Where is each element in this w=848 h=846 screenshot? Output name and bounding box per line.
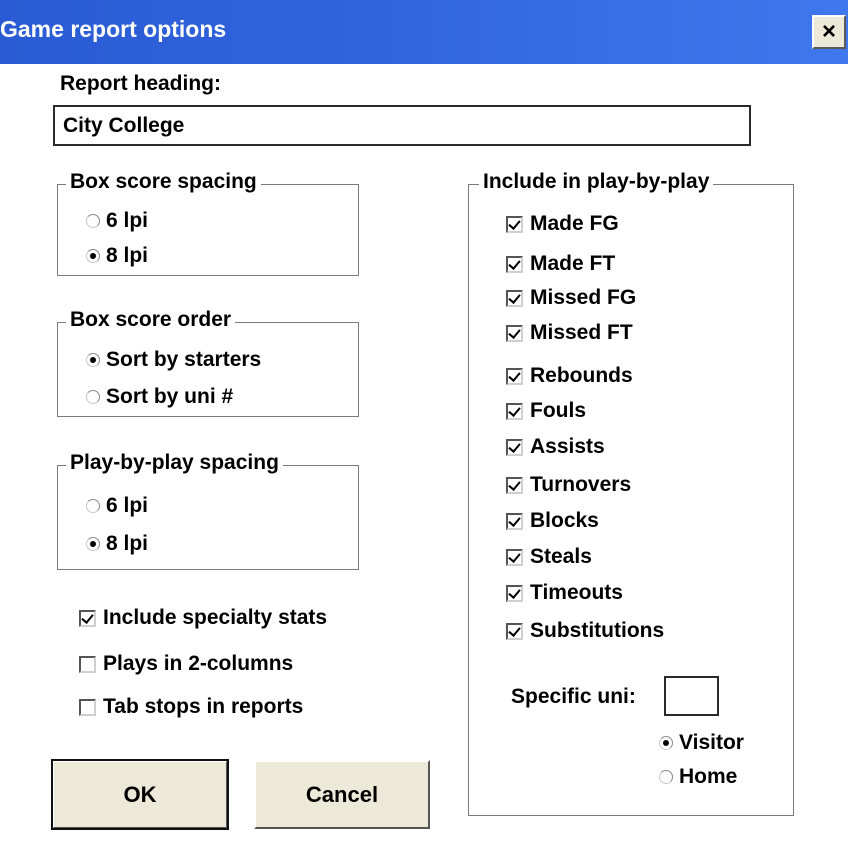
timeouts-checkbox[interactable]: Timeouts bbox=[506, 581, 623, 605]
checkbox-label: Missed FT bbox=[530, 321, 633, 344]
checkbox-indicator bbox=[79, 609, 96, 627]
tab-stops-checkbox[interactable]: Tab stops in reports bbox=[79, 695, 303, 719]
checkbox-label: Turnovers bbox=[530, 473, 632, 496]
include-specialty-stats-checkbox[interactable]: Include specialty stats bbox=[79, 606, 327, 630]
radio-label: Sort by starters bbox=[106, 348, 262, 371]
pbp-spacing-legend: Play-by-play spacing bbox=[66, 451, 283, 475]
pbp-spacing-group: Play-by-play spacing 6 lpi 8 lpi bbox=[57, 451, 359, 570]
checkbox-label: Timeouts bbox=[530, 581, 623, 604]
pbp-spacing-8lpi-radio[interactable]: 8 lpi bbox=[86, 532, 148, 556]
close-button[interactable]: × bbox=[812, 15, 846, 49]
checkbox-indicator bbox=[506, 512, 523, 530]
radio-label: 8 lpi bbox=[106, 244, 149, 267]
radio-label: 6 lpi bbox=[106, 209, 149, 232]
box-score-spacing-group: Box score spacing 6 lpi 8 lpi bbox=[57, 170, 359, 276]
radio-indicator bbox=[86, 390, 100, 404]
rebounds-checkbox[interactable]: Rebounds bbox=[506, 364, 633, 388]
radio-indicator bbox=[86, 214, 100, 228]
substitutions-checkbox[interactable]: Substitutions bbox=[506, 619, 664, 643]
radio-label: 6 lpi bbox=[106, 494, 149, 517]
checkbox-indicator bbox=[79, 698, 96, 716]
missed-fg-checkbox[interactable]: Missed FG bbox=[506, 286, 636, 310]
turnovers-checkbox[interactable]: Turnovers bbox=[506, 473, 631, 497]
checkbox-label: Rebounds bbox=[530, 364, 633, 387]
specific-uni-label: Specific uni: bbox=[511, 685, 636, 708]
checkbox-indicator bbox=[506, 476, 523, 494]
box-spacing-6lpi-radio[interactable]: 6 lpi bbox=[86, 209, 148, 233]
steals-checkbox[interactable]: Steals bbox=[506, 545, 592, 569]
plays-2-columns-checkbox[interactable]: Plays in 2-columns bbox=[79, 652, 293, 676]
checkbox-indicator bbox=[506, 215, 523, 233]
visitor-radio[interactable]: Visitor bbox=[659, 731, 744, 755]
checkbox-label: Fouls bbox=[530, 399, 586, 422]
checkbox-indicator bbox=[506, 622, 523, 640]
checkbox-label: Plays in 2-columns bbox=[103, 652, 294, 675]
checkbox-label: Made FG bbox=[530, 212, 619, 235]
checkbox-indicator bbox=[79, 655, 96, 673]
box-score-order-group: Box score order Sort by starters Sort by… bbox=[57, 308, 359, 417]
checkbox-indicator bbox=[506, 289, 523, 307]
checkbox-label: Blocks bbox=[530, 509, 599, 532]
radio-label: Visitor bbox=[679, 731, 744, 754]
radio-label: Home bbox=[679, 765, 738, 788]
made-ft-checkbox[interactable]: Made FT bbox=[506, 252, 615, 276]
checkbox-indicator bbox=[506, 584, 523, 602]
radio-indicator bbox=[659, 770, 673, 784]
pbp-spacing-6lpi-radio[interactable]: 6 lpi bbox=[86, 494, 148, 518]
sort-by-starters-radio[interactable]: Sort by starters bbox=[86, 348, 261, 372]
missed-ft-checkbox[interactable]: Missed FT bbox=[506, 321, 633, 345]
sort-by-uni-radio[interactable]: Sort by uni # bbox=[86, 385, 233, 409]
radio-indicator bbox=[86, 499, 100, 513]
box-score-order-legend: Box score order bbox=[66, 308, 236, 332]
checkbox-indicator bbox=[506, 548, 523, 566]
radio-label: Sort by uni # bbox=[106, 385, 234, 408]
radio-indicator bbox=[86, 249, 100, 263]
checkbox-label: Assists bbox=[530, 435, 605, 458]
checkbox-label: Missed FG bbox=[530, 286, 637, 309]
report-heading-input[interactable] bbox=[53, 105, 751, 146]
checkbox-label: Steals bbox=[530, 545, 592, 568]
cancel-button[interactable]: Cancel bbox=[254, 760, 430, 829]
include-pbp-group: Include in play-by-play Made FG Made FT … bbox=[468, 170, 794, 816]
specific-uni-input[interactable] bbox=[664, 676, 719, 716]
box-score-spacing-legend: Box score spacing bbox=[66, 170, 261, 194]
title-bar: Game report options × bbox=[0, 0, 848, 64]
report-heading-label: Report heading: bbox=[60, 72, 221, 95]
box-spacing-8lpi-radio[interactable]: 8 lpi bbox=[86, 244, 148, 268]
blocks-checkbox[interactable]: Blocks bbox=[506, 509, 599, 533]
checkbox-indicator bbox=[506, 367, 523, 385]
checkbox-label: Substitutions bbox=[530, 619, 665, 642]
radio-indicator bbox=[659, 736, 673, 750]
home-radio[interactable]: Home bbox=[659, 765, 737, 789]
radio-indicator bbox=[86, 537, 100, 551]
checkbox-indicator bbox=[506, 438, 523, 456]
checkbox-label: Made FT bbox=[530, 252, 616, 275]
made-fg-checkbox[interactable]: Made FG bbox=[506, 212, 619, 236]
window-title: Game report options bbox=[0, 16, 227, 42]
include-pbp-legend: Include in play-by-play bbox=[479, 170, 714, 194]
ok-button[interactable]: OK bbox=[51, 759, 229, 830]
checkbox-label: Tab stops in reports bbox=[103, 695, 304, 718]
close-icon: × bbox=[821, 18, 836, 45]
assists-checkbox[interactable]: Assists bbox=[506, 435, 605, 459]
checkbox-indicator bbox=[506, 255, 523, 273]
fouls-checkbox[interactable]: Fouls bbox=[506, 399, 586, 423]
checkbox-label: Include specialty stats bbox=[103, 606, 328, 629]
radio-indicator bbox=[86, 353, 100, 367]
radio-label: 8 lpi bbox=[106, 532, 149, 555]
checkbox-indicator bbox=[506, 402, 523, 420]
checkbox-indicator bbox=[506, 324, 523, 342]
